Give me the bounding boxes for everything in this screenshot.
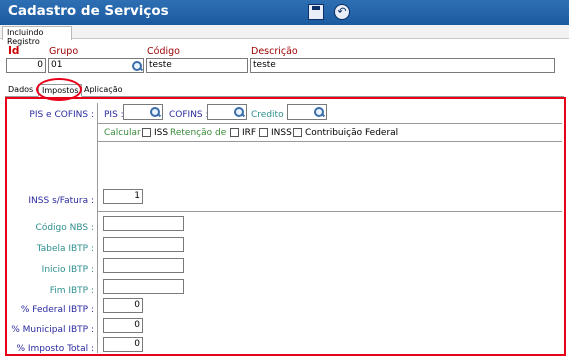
inss-fatura-label: INSS s/Fatura : [28, 196, 94, 206]
codigo-nbs-field[interactable] [103, 216, 184, 231]
panel-divider-h1 [98, 123, 562, 124]
pis-field[interactable] [123, 104, 163, 120]
cofins-search-icon[interactable] [233, 106, 245, 118]
retencao-label: Retenção de : [170, 128, 233, 138]
contribuicao-checkbox[interactable] [293, 128, 302, 137]
id-field[interactable]: 0 [6, 58, 46, 73]
codigo-label: Código [147, 46, 180, 57]
mode-tab: Incluindo Registro [2, 26, 72, 46]
highlight-circle [36, 78, 82, 101]
panel-divider-h2 [98, 141, 562, 142]
pis-label: PIS : [104, 110, 124, 120]
codigo-nbs-label: Código NBS : [35, 223, 94, 233]
pis-search-icon[interactable] [149, 106, 161, 118]
panel-divider-h3 [98, 211, 562, 212]
inicio-ibtp-field[interactable] [103, 258, 184, 273]
grupo-field[interactable]: 01 [48, 58, 144, 73]
inicio-ibtp-label: Inicio IBTP : [41, 265, 94, 275]
municipal-ibtp-field[interactable]: 0 [103, 318, 143, 333]
inss-label: INSS [271, 128, 292, 138]
window-title: Cadastro de Serviços [8, 3, 169, 19]
irf-label: IRF [242, 128, 257, 138]
grupo-search-icon[interactable] [131, 60, 143, 72]
credito-label: Credito : [251, 110, 290, 120]
id-label: Id [8, 45, 20, 57]
tabela-ibtp-label: Tabela IBTP : [36, 244, 94, 254]
imposto-total-label: % Imposto Total : [16, 344, 94, 354]
save-icon[interactable] [308, 4, 324, 20]
descricao-field[interactable]: teste [250, 58, 555, 73]
calcular-label: Calcular : [104, 128, 147, 138]
tab-dados[interactable]: Dados [8, 84, 36, 96]
tab-aplicacao[interactable]: Aplicação [84, 84, 130, 96]
fim-ibtp-field[interactable] [103, 279, 184, 294]
iss-label: ISS [154, 128, 169, 138]
grupo-value: 01 [51, 60, 63, 70]
mode-strip [0, 25, 569, 39]
credito-search-icon[interactable] [313, 106, 325, 118]
irf-checkbox[interactable] [230, 128, 239, 137]
federal-ibtp-field[interactable]: 0 [103, 298, 143, 313]
tabela-ibtp-field[interactable] [103, 237, 184, 252]
cofins-field[interactable] [207, 104, 247, 120]
inss-fatura-field[interactable]: 1 [103, 189, 143, 204]
credito-field[interactable] [287, 104, 327, 120]
back-icon[interactable]: ↶ [334, 4, 350, 20]
descricao-label: Descrição [251, 46, 298, 57]
federal-ibtp-label: % Federal IBTP : [20, 305, 94, 315]
codigo-field[interactable]: teste [146, 58, 248, 73]
grupo-label: Grupo [49, 46, 79, 57]
iss-checkbox[interactable] [142, 128, 151, 137]
fim-ibtp-label: Fim IBTP : [49, 286, 94, 296]
cofins-label: COFINS : [169, 110, 209, 120]
municipal-ibtp-label: % Municipal IBTP : [11, 325, 94, 335]
imposto-total-field[interactable]: 0 [103, 337, 143, 352]
inss-checkbox[interactable] [259, 128, 268, 137]
title-bar: Cadastro de Serviços [0, 0, 569, 25]
contribuicao-label: Contribuição Federal [305, 128, 399, 138]
pis-cofins-label: PIS e COFINS : [29, 110, 94, 120]
